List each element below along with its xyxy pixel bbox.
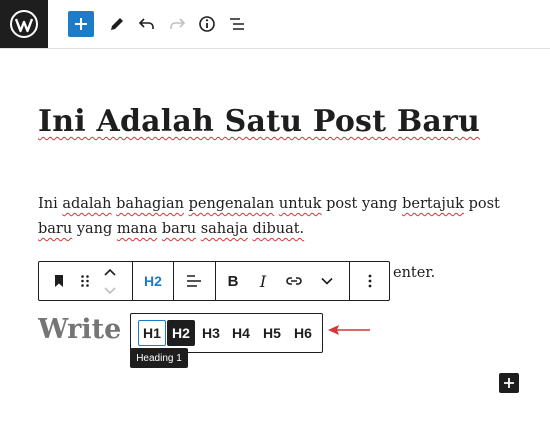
heading-tooltip: Heading 1: [130, 348, 188, 368]
annotation-arrow-icon: [328, 325, 370, 335]
heading-level-h1[interactable]: H1: [138, 320, 166, 346]
heading-level-h5[interactable]: H5: [258, 320, 286, 346]
wordpress-logo-icon: [10, 10, 38, 38]
align-left-icon: [187, 275, 201, 287]
paragraph-word: post: [468, 196, 500, 212]
heading-level-popover: H1 H2 H3 H4 H5 H6: [130, 313, 323, 353]
paragraph-word: sahaja: [200, 221, 248, 237]
pencil-icon: [111, 18, 123, 30]
heading-level-h4[interactable]: H4: [227, 320, 255, 346]
paragraph-word: yang: [362, 196, 398, 212]
list-view-button[interactable]: [225, 12, 249, 36]
chevron-down-icon: [321, 277, 333, 285]
block-inserter-button[interactable]: [499, 373, 519, 393]
paragraph-word: baru: [38, 221, 73, 237]
bold-icon: B: [227, 272, 239, 290]
heading-level-button[interactable]: H2: [133, 262, 173, 300]
post-title-text: Ini Adalah Satu Post Baru: [38, 104, 481, 139]
paragraph-word: yang: [76, 221, 113, 237]
paragraph-word: pengenalan: [188, 196, 275, 212]
paragraph-word: untuk: [278, 196, 322, 212]
editor-top-toolbar: [0, 0, 550, 49]
heading-level-label: H2: [144, 273, 162, 289]
post-title[interactable]: Ini Adalah Satu Post Baru: [38, 104, 480, 139]
move-up-button[interactable]: [99, 262, 121, 281]
heading-level-h6[interactable]: H6: [289, 320, 317, 346]
undo-button[interactable]: [135, 12, 159, 36]
block-toolbar: H2 B I: [38, 261, 390, 301]
chevron-down-icon: [104, 286, 116, 294]
paragraph-word: post: [326, 196, 358, 212]
paragraph-word: Ini: [38, 196, 58, 212]
heading-level-h2[interactable]: H2: [167, 320, 195, 346]
link-icon: [286, 277, 302, 285]
heading-block-placeholder[interactable]: Write h: [38, 314, 128, 345]
paragraph-word: baru: [161, 221, 197, 237]
undo-icon: [138, 18, 154, 29]
toolbar-divider: [349, 262, 350, 300]
redo-icon: [170, 18, 186, 29]
details-button[interactable]: [195, 12, 219, 36]
paragraph-word: bahagian: [116, 196, 184, 212]
wordpress-logo[interactable]: [0, 0, 48, 48]
toolbar-divider: [215, 262, 216, 300]
paragraph-word: adalah: [62, 196, 112, 212]
chevron-up-icon: [104, 268, 116, 276]
paragraph-text-tail: enter.: [393, 265, 436, 281]
paragraph-word: bertajuk: [402, 196, 464, 212]
block-type-button[interactable]: [45, 262, 73, 300]
block-options-button[interactable]: [351, 262, 389, 300]
add-block-button[interactable]: [68, 11, 94, 37]
bookmark-icon: [55, 275, 63, 287]
plus-icon: [504, 378, 514, 388]
move-down-button[interactable]: [99, 281, 121, 300]
drag-handle-icon: [81, 275, 89, 287]
plus-icon: [75, 18, 87, 30]
list-view-icon: [230, 18, 244, 30]
more-formatting-button[interactable]: [312, 262, 342, 300]
intro-paragraph[interactable]: Ini adalah bahagian pengenalan untuk pos…: [38, 192, 516, 242]
bold-button[interactable]: B: [219, 262, 247, 300]
tools-button[interactable]: [105, 12, 129, 36]
paragraph-word: mana: [116, 221, 158, 237]
link-button[interactable]: [279, 262, 309, 300]
redo-button[interactable]: [165, 12, 189, 36]
italic-button[interactable]: I: [249, 262, 277, 300]
drag-handle[interactable]: [73, 262, 97, 300]
heading-level-h3[interactable]: H3: [197, 320, 225, 346]
info-icon: [199, 16, 215, 32]
italic-icon: I: [259, 271, 267, 291]
paragraph-word: dibuat.: [252, 221, 305, 237]
align-button[interactable]: [174, 262, 214, 300]
more-vertical-icon: [368, 274, 372, 288]
